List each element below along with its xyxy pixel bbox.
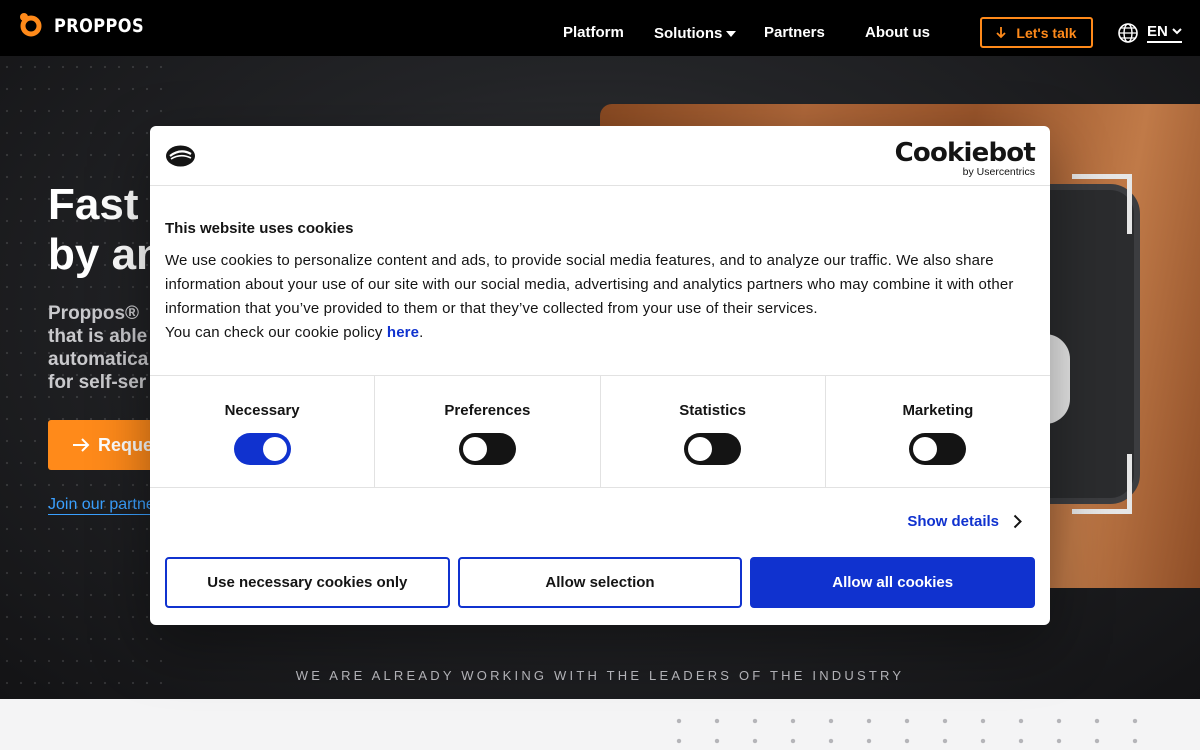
necessary-toggle[interactable] <box>233 433 291 465</box>
cookie-policy-prefix: You can check our cookie policy <box>165 324 387 341</box>
toggle-knob <box>688 437 713 461</box>
category-label: Necessary <box>224 402 300 419</box>
cookie-categories: Necessary Preferences Statistics Marketi… <box>150 375 1050 488</box>
show-details-label: Show details <box>907 513 999 530</box>
category-statistics: Statistics <box>601 376 826 487</box>
toggle-knob <box>913 437 938 461</box>
cookiebot-brand-main: Cookiebot <box>894 138 1036 168</box>
cookie-buttons: Use necessary cookies only Allow selecti… <box>165 557 1036 608</box>
marketing-toggle[interactable] <box>909 433 967 465</box>
statistics-toggle[interactable] <box>684 433 742 465</box>
preferences-toggle[interactable] <box>458 433 516 465</box>
category-label: Preferences <box>444 402 531 419</box>
cookiebot-brand[interactable]: Cookiebot by Usercentrics <box>894 138 1036 178</box>
necessary-only-button[interactable]: Use necessary cookies only <box>165 557 450 608</box>
category-label: Marketing <box>902 402 974 419</box>
cookie-title: This website uses cookies <box>165 220 354 237</box>
cookie-policy-line: You can check our cookie policy here. <box>165 321 1035 345</box>
cookie-description: We use cookies to personalize content an… <box>165 252 1014 317</box>
cookie-dialog-body: This website uses cookies We use cookies… <box>165 220 1035 345</box>
category-label: Statistics <box>679 402 746 419</box>
cookie-policy-suffix: . <box>419 324 424 341</box>
site-logo-icon <box>166 145 195 167</box>
category-marketing: Marketing <box>826 376 1050 487</box>
allow-all-button[interactable]: Allow all cookies <box>750 557 1036 608</box>
toggle-knob <box>262 437 287 461</box>
show-details-link[interactable]: Show details <box>907 513 1022 530</box>
chevron-right-icon <box>1013 514 1022 529</box>
cookie-consent-dialog: Cookiebot by Usercentrics This website u… <box>150 126 1050 625</box>
toggle-knob <box>462 437 487 461</box>
cookie-policy-link[interactable]: here <box>387 324 419 341</box>
cookie-dialog-header: Cookiebot by Usercentrics <box>150 126 1050 186</box>
category-preferences: Preferences <box>375 376 601 487</box>
allow-selection-button[interactable]: Allow selection <box>457 557 743 608</box>
category-necessary: Necessary <box>150 376 376 487</box>
